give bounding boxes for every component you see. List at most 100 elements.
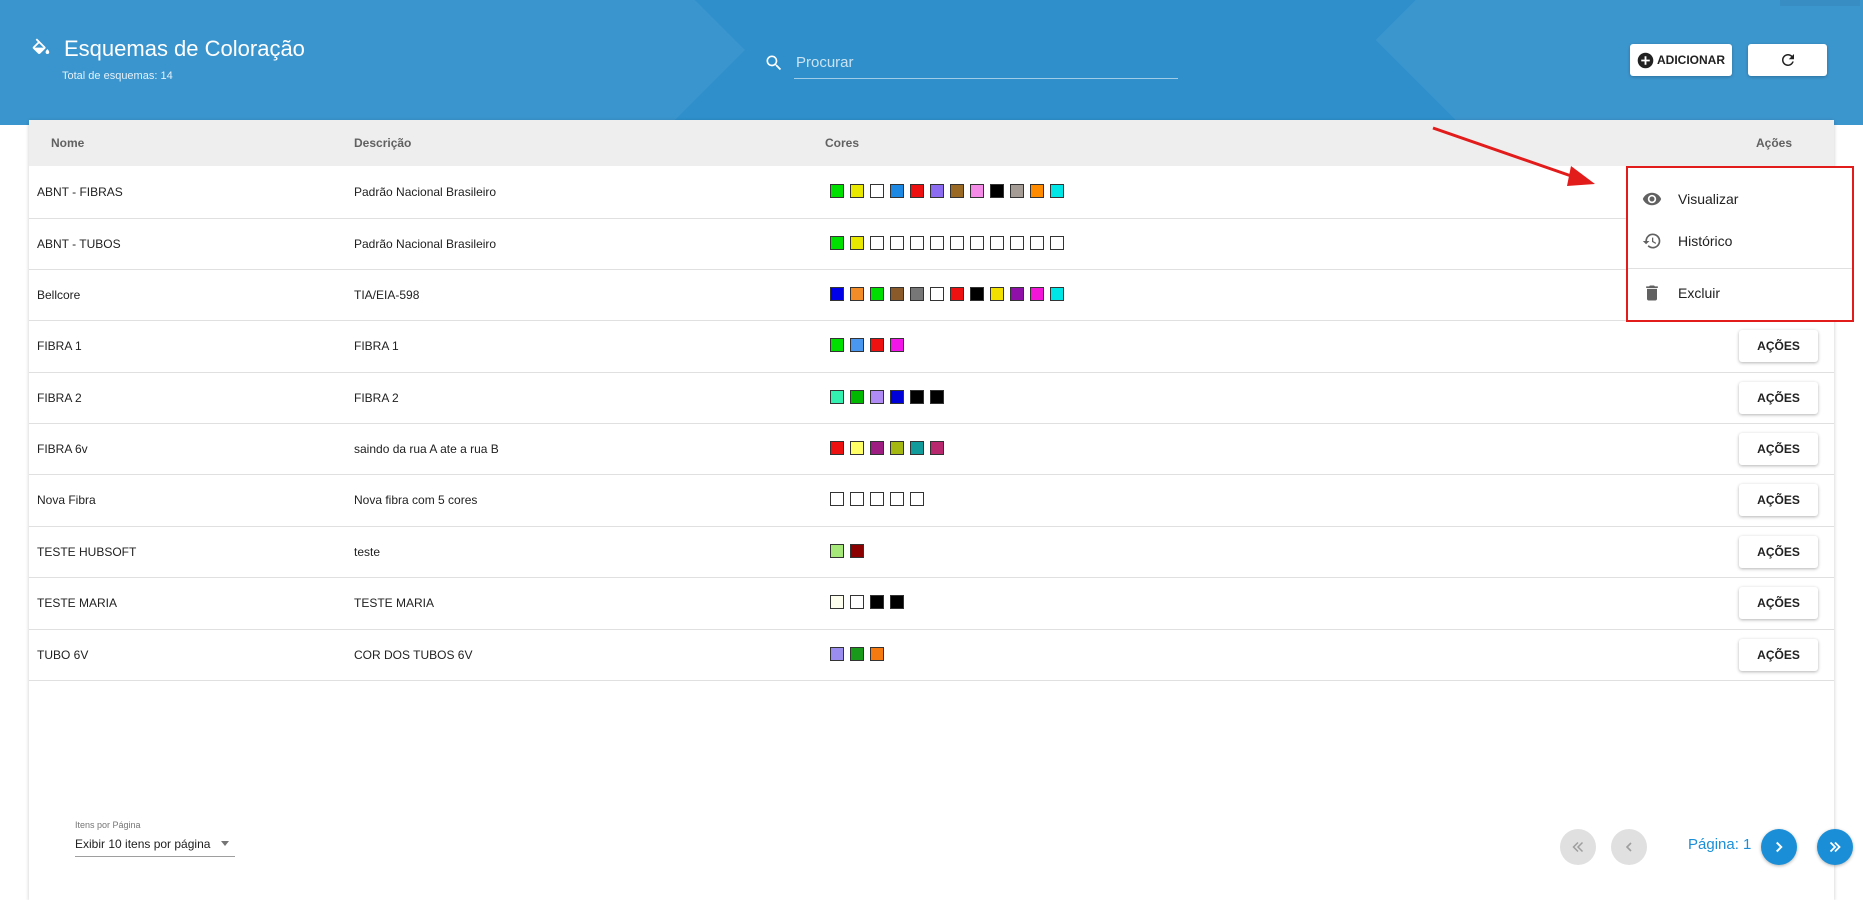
double-chevron-right-icon xyxy=(1829,841,1841,853)
color-swatches xyxy=(830,184,1070,198)
color-swatches xyxy=(830,338,910,352)
title-wrap: Esquemas de Coloração xyxy=(30,36,305,62)
cell-descricao: Padrão Nacional Brasileiro xyxy=(354,237,497,251)
color-swatch xyxy=(1010,184,1024,198)
color-swatch xyxy=(1030,184,1044,198)
column-header-acoes: Ações xyxy=(1756,136,1793,150)
last-page-button[interactable] xyxy=(1817,829,1853,865)
color-swatch xyxy=(850,287,864,301)
color-swatches xyxy=(830,441,950,455)
search-icon xyxy=(766,55,782,70)
color-swatch xyxy=(1010,287,1024,301)
color-swatch xyxy=(830,544,844,558)
color-swatch xyxy=(850,338,864,352)
page-header: Esquemas de Coloração Total de esquemas:… xyxy=(0,0,1863,125)
chevron-right-icon xyxy=(1776,841,1783,853)
color-swatch xyxy=(890,492,904,506)
menu-item-label: Excluir xyxy=(1678,285,1721,301)
page-indicator: Página: 1 xyxy=(1688,836,1752,853)
menu-item-label: Visualizar xyxy=(1678,191,1739,207)
actions-button[interactable]: AÇÕES xyxy=(1739,587,1818,619)
actions-button[interactable]: AÇÕES xyxy=(1739,382,1818,414)
page-title: Esquemas de Coloração xyxy=(64,36,305,61)
color-swatch xyxy=(970,184,984,198)
header-decoration xyxy=(0,0,745,125)
color-swatch xyxy=(830,441,844,455)
double-chevron-left-icon xyxy=(1572,841,1584,853)
header-decoration xyxy=(1780,0,1860,6)
color-swatch xyxy=(890,390,904,404)
cell-descricao: TESTE MARIA xyxy=(354,596,435,610)
menu-item-visualizar[interactable]: Visualizar xyxy=(1628,178,1852,220)
per-page-select[interactable]: Exibir 10 itens por página xyxy=(75,832,235,857)
actions-button[interactable]: AÇÕES xyxy=(1739,330,1818,362)
table-row: TESTE HUBSOFT teste AÇÕES xyxy=(29,527,1834,578)
cell-descricao: TIA/EIA-598 xyxy=(354,288,420,302)
column-header-cores: Cores xyxy=(825,136,860,150)
color-swatch xyxy=(930,236,944,250)
color-swatch xyxy=(850,647,864,661)
next-page-button[interactable] xyxy=(1761,829,1797,865)
color-swatch xyxy=(850,492,864,506)
cell-descricao: COR DOS TUBOS 6V xyxy=(354,648,473,662)
table-row: Nova Fibra Nova fibra com 5 cores AÇÕES xyxy=(29,475,1834,527)
cell-descricao: teste xyxy=(354,545,381,559)
color-swatch xyxy=(830,492,844,506)
actions-menu: Visualizar Histórico Excluir xyxy=(1626,166,1854,322)
color-swatches xyxy=(830,287,1070,301)
color-swatches xyxy=(830,647,890,661)
color-swatch xyxy=(950,236,964,250)
actions-button[interactable]: AÇÕES xyxy=(1739,484,1818,516)
color-swatch xyxy=(1010,236,1024,250)
color-swatch xyxy=(870,595,884,609)
color-swatch xyxy=(870,287,884,301)
color-swatch xyxy=(1030,236,1044,250)
refresh-button[interactable] xyxy=(1748,44,1827,76)
table-row: TUBO 6V COR DOS TUBOS 6V AÇÕES xyxy=(29,630,1834,681)
color-swatch xyxy=(910,390,924,404)
menu-item-historico[interactable]: Histórico xyxy=(1628,220,1852,262)
add-button-label: ADICIONAR xyxy=(1657,53,1725,67)
annotation-arrow-icon xyxy=(1432,126,1595,186)
color-swatch xyxy=(870,647,884,661)
eye-icon xyxy=(1642,192,1662,206)
first-page-button[interactable] xyxy=(1560,829,1596,865)
table-row: FIBRA 6v saindo da rua A ate a rua B AÇÕES xyxy=(29,424,1834,475)
total-count: Total de esquemas: 14 xyxy=(62,70,173,82)
add-button[interactable]: ADICIONAR xyxy=(1630,44,1732,76)
search-input[interactable] xyxy=(794,46,1178,79)
color-swatch xyxy=(1050,287,1064,301)
table-row: TESTE MARIA TESTE MARIA AÇÕES xyxy=(29,578,1834,630)
color-swatch xyxy=(950,184,964,198)
actions-button[interactable]: AÇÕES xyxy=(1739,433,1818,465)
color-swatch xyxy=(870,338,884,352)
color-swatch xyxy=(930,184,944,198)
color-swatch xyxy=(890,184,904,198)
color-swatch xyxy=(890,595,904,609)
color-swatch xyxy=(870,390,884,404)
color-swatch xyxy=(890,338,904,352)
cell-nome: TUBO 6V xyxy=(37,648,89,662)
chevron-left-icon xyxy=(1625,842,1632,852)
actions-button[interactable]: AÇÕES xyxy=(1739,536,1818,568)
table-row: Bellcore TIA/EIA-598 xyxy=(29,270,1834,321)
previous-page-button[interactable] xyxy=(1611,829,1647,865)
color-swatch xyxy=(930,441,944,455)
color-swatches xyxy=(830,390,950,404)
color-swatch xyxy=(890,236,904,250)
color-swatch xyxy=(970,236,984,250)
actions-button[interactable]: AÇÕES xyxy=(1739,639,1818,671)
color-swatch xyxy=(890,441,904,455)
color-swatch xyxy=(850,236,864,250)
schemes-table-card: Nome Descrição Cores Ações ABNT - FIBRAS… xyxy=(29,120,1853,900)
color-swatch xyxy=(830,390,844,404)
color-swatches xyxy=(830,544,870,558)
menu-item-excluir[interactable]: Excluir xyxy=(1628,272,1852,314)
history-icon xyxy=(1642,233,1661,249)
cell-nome: FIBRA 6v xyxy=(37,442,88,456)
cell-descricao: Nova fibra com 5 cores xyxy=(354,493,478,507)
cell-nome: TESTE MARIA xyxy=(37,596,118,610)
color-swatch xyxy=(990,287,1004,301)
column-header-descricao: Descrição xyxy=(354,136,412,150)
color-swatch xyxy=(970,287,984,301)
